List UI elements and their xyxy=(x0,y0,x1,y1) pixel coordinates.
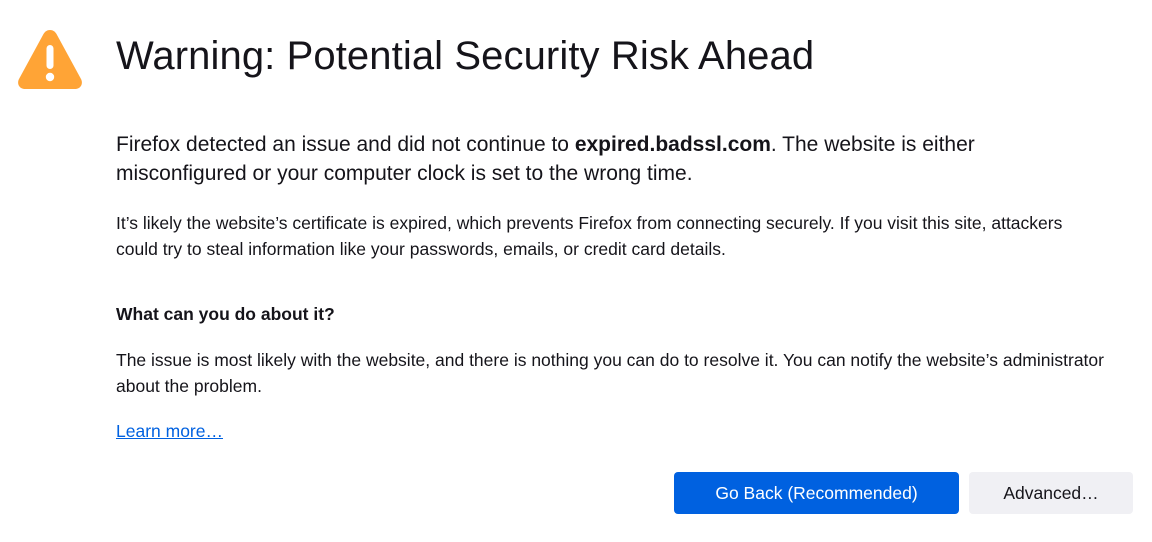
page-title: Warning: Potential Security Risk Ahead xyxy=(116,34,815,78)
learn-more-link[interactable]: Learn more… xyxy=(116,419,223,443)
intro-text: Firefox detected an issue and did not co… xyxy=(116,130,1076,188)
advanced-button[interactable]: Advanced… xyxy=(969,472,1133,514)
site-hostname: expired.badssl.com xyxy=(574,133,771,156)
risk-description: It’s likely the website’s certificate is… xyxy=(116,213,1063,259)
what-to-do-heading: What can you do about it? xyxy=(116,304,335,324)
what-to-do-body: The issue is most likely with the websit… xyxy=(116,350,1104,396)
intro-text-before: Firefox detected an issue and did not co… xyxy=(116,133,575,156)
warning-triangle-icon xyxy=(18,30,82,89)
go-back-button[interactable]: Go Back (Recommended) xyxy=(674,472,959,514)
error-page: Warning: Potential Security Risk Ahead F… xyxy=(0,0,1152,542)
